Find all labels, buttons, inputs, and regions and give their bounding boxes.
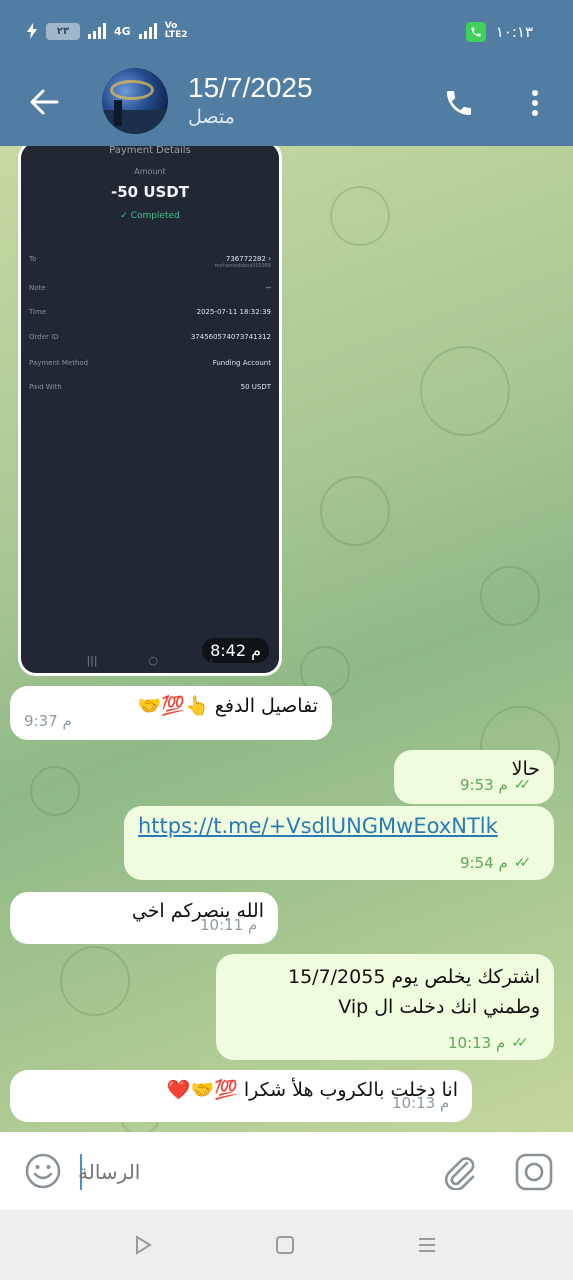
chat-status: متصل [188,106,235,128]
message-meta: 9:53 م ✓✓ [460,776,532,794]
chat-area[interactable]: Payment Details Amount -50 USDT ✓ Comple… [0,146,573,1132]
payment-row: To 736772282 › mohamedaboali10088 [29,255,271,269]
message-link[interactable]: https://t.me/+VsdlUNGMwEoxNTlk [138,814,540,838]
active-call-icon [465,22,486,42]
network-label: 4G [114,24,131,38]
charging-icon [27,23,37,39]
message-time: 10:13 م [392,1094,450,1112]
smiley-icon [25,1153,61,1189]
message-meta: 9:54 م ✓✓ [460,854,532,872]
message-time: 9:37 م [24,712,72,730]
payment-row: Note -- [29,284,271,292]
system-nav-bar [0,1210,573,1280]
clock: ١٠:١٣ [495,23,533,41]
read-ticks-icon: ✓✓ [513,777,532,793]
more-vertical-icon [532,90,538,116]
back-button[interactable] [26,84,62,120]
phone-icon [447,91,471,115]
message-composer [0,1132,573,1210]
volte-label: Vo LTE2 [164,21,188,40]
message-text: تفاصيل الدفع 👆💯🤝 [137,695,318,717]
nav-recents-button[interactable] [414,1232,440,1258]
message-time: 8:42 م [202,638,269,663]
more-button[interactable] [522,84,548,122]
triangle-play-icon [136,1235,152,1255]
nav-home-button[interactable] [272,1232,298,1258]
status-left: ٢٣ 4G Vo LTE2 [26,22,193,40]
square-icon [276,1236,294,1254]
camera-icon [515,1153,553,1191]
signal-icon-2 [138,23,157,39]
paperclip-icon [444,1157,475,1191]
message-time: 10:11 م [200,916,258,934]
message-meta: 10:13 م ✓✓ [448,1034,529,1052]
payment-status: ✓ Completed [120,211,180,221]
signal-icon [88,23,106,39]
message-bubble-incoming[interactable]: الله ينصركم اخي 10:11 م [10,892,278,944]
payment-row: Payment Method Funding Account [29,359,271,367]
message-text-line-2: وطمني انك دخلت ال Vip [338,996,540,1018]
menu-lines-icon [419,1238,435,1252]
payment-screenshot: Payment Details Amount -50 USDT ✓ Comple… [21,146,279,673]
message-bubble-outgoing[interactable]: حالا 9:53 م ✓✓ [394,750,554,804]
read-ticks-icon: ✓✓ [513,855,532,871]
arrow-left-icon [30,89,59,115]
chat-header: 15/7/2025 متصل [0,64,573,146]
payment-row: Order ID 374560574073741312 [29,333,271,341]
call-button[interactable] [440,84,478,122]
attach-button[interactable] [440,1152,478,1191]
payment-row: Paid With 50 USDT [29,383,271,391]
avatar[interactable] [102,68,168,134]
image-message[interactable]: Payment Details Amount -50 USDT ✓ Comple… [18,146,282,676]
status-bar: ٢٣ 4G Vo LTE2 ١٠:١٣ [0,0,573,64]
message-bubble-outgoing[interactable]: https://t.me/+VsdlUNGMwEoxNTlk 9:54 م ✓✓ [124,806,554,880]
payment-row: Time 2025-07-11 18:32:39 [29,308,271,316]
message-text-line-1: اشتركك يخلص يوم 15/7/2055 [287,966,540,988]
message-bubble-incoming[interactable]: تفاصيل الدفع 👆💯🤝 9:37 م [10,686,332,740]
amount-label: Amount [134,167,166,176]
amount-value: -50 USDT [111,183,189,201]
message-input[interactable] [78,1154,418,1190]
status-right: ١٠:١٣ [465,22,533,42]
nav-back-button[interactable] [130,1232,156,1258]
message-bubble-outgoing[interactable]: اشتركك يخلص يوم 15/7/2055 وطمني انك دخلت… [216,954,554,1060]
message-bubble-incoming[interactable]: انا دخلت بالكروب هلأ شكرا 💯🤝❤️ 10:13 م [10,1070,472,1122]
read-ticks-icon: ✓✓ [511,1035,529,1051]
payment-title: Payment Details [109,146,191,156]
battery-indicator: ٢٣ [46,22,80,40]
emoji-button[interactable] [24,1152,62,1190]
chat-title[interactable]: 15/7/2025 [188,72,313,104]
camera-button[interactable] [514,1152,554,1192]
